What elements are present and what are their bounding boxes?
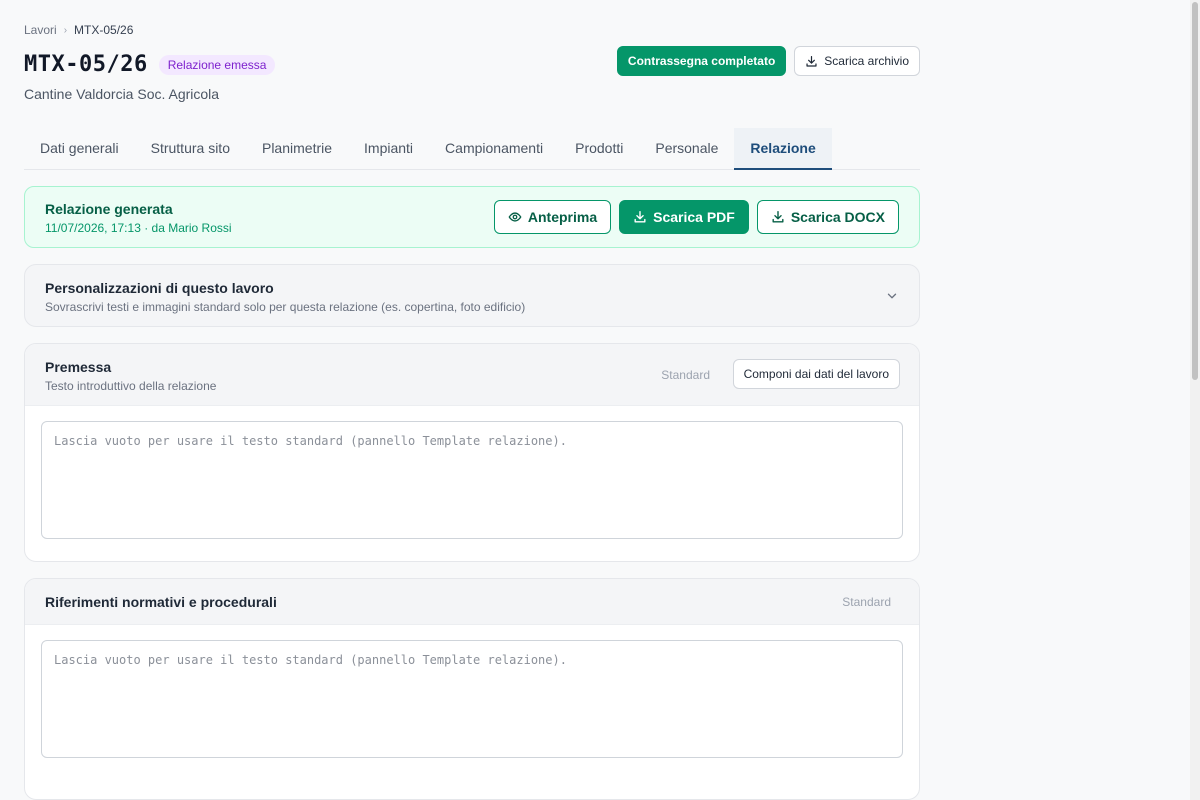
breadcrumb-current: MTX-05/26 <box>74 23 134 37</box>
eye-icon <box>508 212 522 222</box>
title-row: MTX-05/26 Relazione emessa <box>24 52 276 77</box>
tab-campionamenti[interactable]: Campionamenti <box>429 128 559 170</box>
report-actions: Anteprima Scarica PDF Scarica DOCX <box>493 200 899 234</box>
header-actions: Contrassegna completato Scarica archivio <box>616 46 920 76</box>
download-docx-label: Scarica DOCX <box>790 209 885 225</box>
download-pdf-button[interactable]: Scarica PDF <box>619 200 749 234</box>
tab-impianti[interactable]: Impianti <box>348 128 429 170</box>
download-icon <box>806 55 817 67</box>
tab-planimetrie[interactable]: Planimetrie <box>246 128 348 170</box>
tab-prodotti[interactable]: Prodotti <box>559 128 639 170</box>
mark-complete-label: Contrassegna completato <box>627 54 776 68</box>
riferimenti-standard-label: Standard <box>842 595 891 609</box>
riferimenti-section: Riferimenti normativi e procedurali Stan… <box>24 578 920 800</box>
preview-label: Anteprima <box>527 209 598 225</box>
premessa-section: Premessa Testo introduttivo della relazi… <box>24 343 920 562</box>
premessa-standard-label: Standard <box>661 368 710 382</box>
compose-from-job-button[interactable]: Componi dai dati del lavoro <box>732 359 900 389</box>
chevron-down-icon[interactable] <box>885 289 899 303</box>
customization-title: Personalizzazioni di questo lavoro <box>45 280 274 296</box>
tab-personale[interactable]: Personale <box>639 128 734 170</box>
customization-subtitle: Sovrascrivi testi e immagini standard so… <box>45 300 526 314</box>
premessa-subtitle: Testo introduttivo della relazione <box>45 379 217 393</box>
tab-dati-generali[interactable]: Dati generali <box>24 128 135 170</box>
report-generated-title: Relazione generata <box>45 201 173 217</box>
client-name: Cantine Valdorcia Soc. Agricola <box>24 86 220 102</box>
download-icon <box>634 211 646 223</box>
status-badge: Relazione emessa <box>158 54 276 75</box>
riferimenti-title: Riferimenti normativi e procedurali <box>45 594 277 610</box>
breadcrumb: Lavori › MTX-05/26 <box>24 23 133 37</box>
report-generated-meta: 11/07/2026, 17:13 · da Mario Rossi <box>45 221 232 235</box>
report-generated-banner: Relazione generata 11/07/2026, 17:13 · d… <box>24 186 920 248</box>
preview-button[interactable]: Anteprima <box>493 200 612 234</box>
page-scrollbar[interactable] <box>1190 0 1200 800</box>
premessa-textarea[interactable] <box>41 421 903 539</box>
premessa-header: Premessa Testo introduttivo della relazi… <box>25 344 919 406</box>
tab-bar: Dati generali Struttura sito Planimetrie… <box>24 128 920 170</box>
mark-complete-button[interactable]: Contrassegna completato <box>616 46 787 76</box>
download-docx-button[interactable]: Scarica DOCX <box>756 200 899 234</box>
page-title: MTX-05/26 <box>24 52 148 77</box>
scrollbar-thumb[interactable] <box>1192 2 1198 380</box>
download-icon <box>772 211 784 223</box>
premessa-title: Premessa <box>45 359 112 375</box>
riferimenti-textarea[interactable] <box>41 640 903 758</box>
download-archive-button[interactable]: Scarica archivio <box>794 46 920 76</box>
download-archive-label: Scarica archivio <box>824 54 909 68</box>
tab-struttura-sito[interactable]: Struttura sito <box>135 128 246 170</box>
chevron-right-icon: › <box>63 24 68 36</box>
download-pdf-label: Scarica PDF <box>653 209 735 225</box>
riferimenti-header: Riferimenti normativi e procedurali Stan… <box>25 579 919 625</box>
customization-toggle[interactable]: Personalizzazioni di questo lavoro Sovra… <box>24 264 920 327</box>
tab-relazione[interactable]: Relazione <box>734 128 832 170</box>
breadcrumb-link-lavori[interactable]: Lavori <box>24 23 57 37</box>
